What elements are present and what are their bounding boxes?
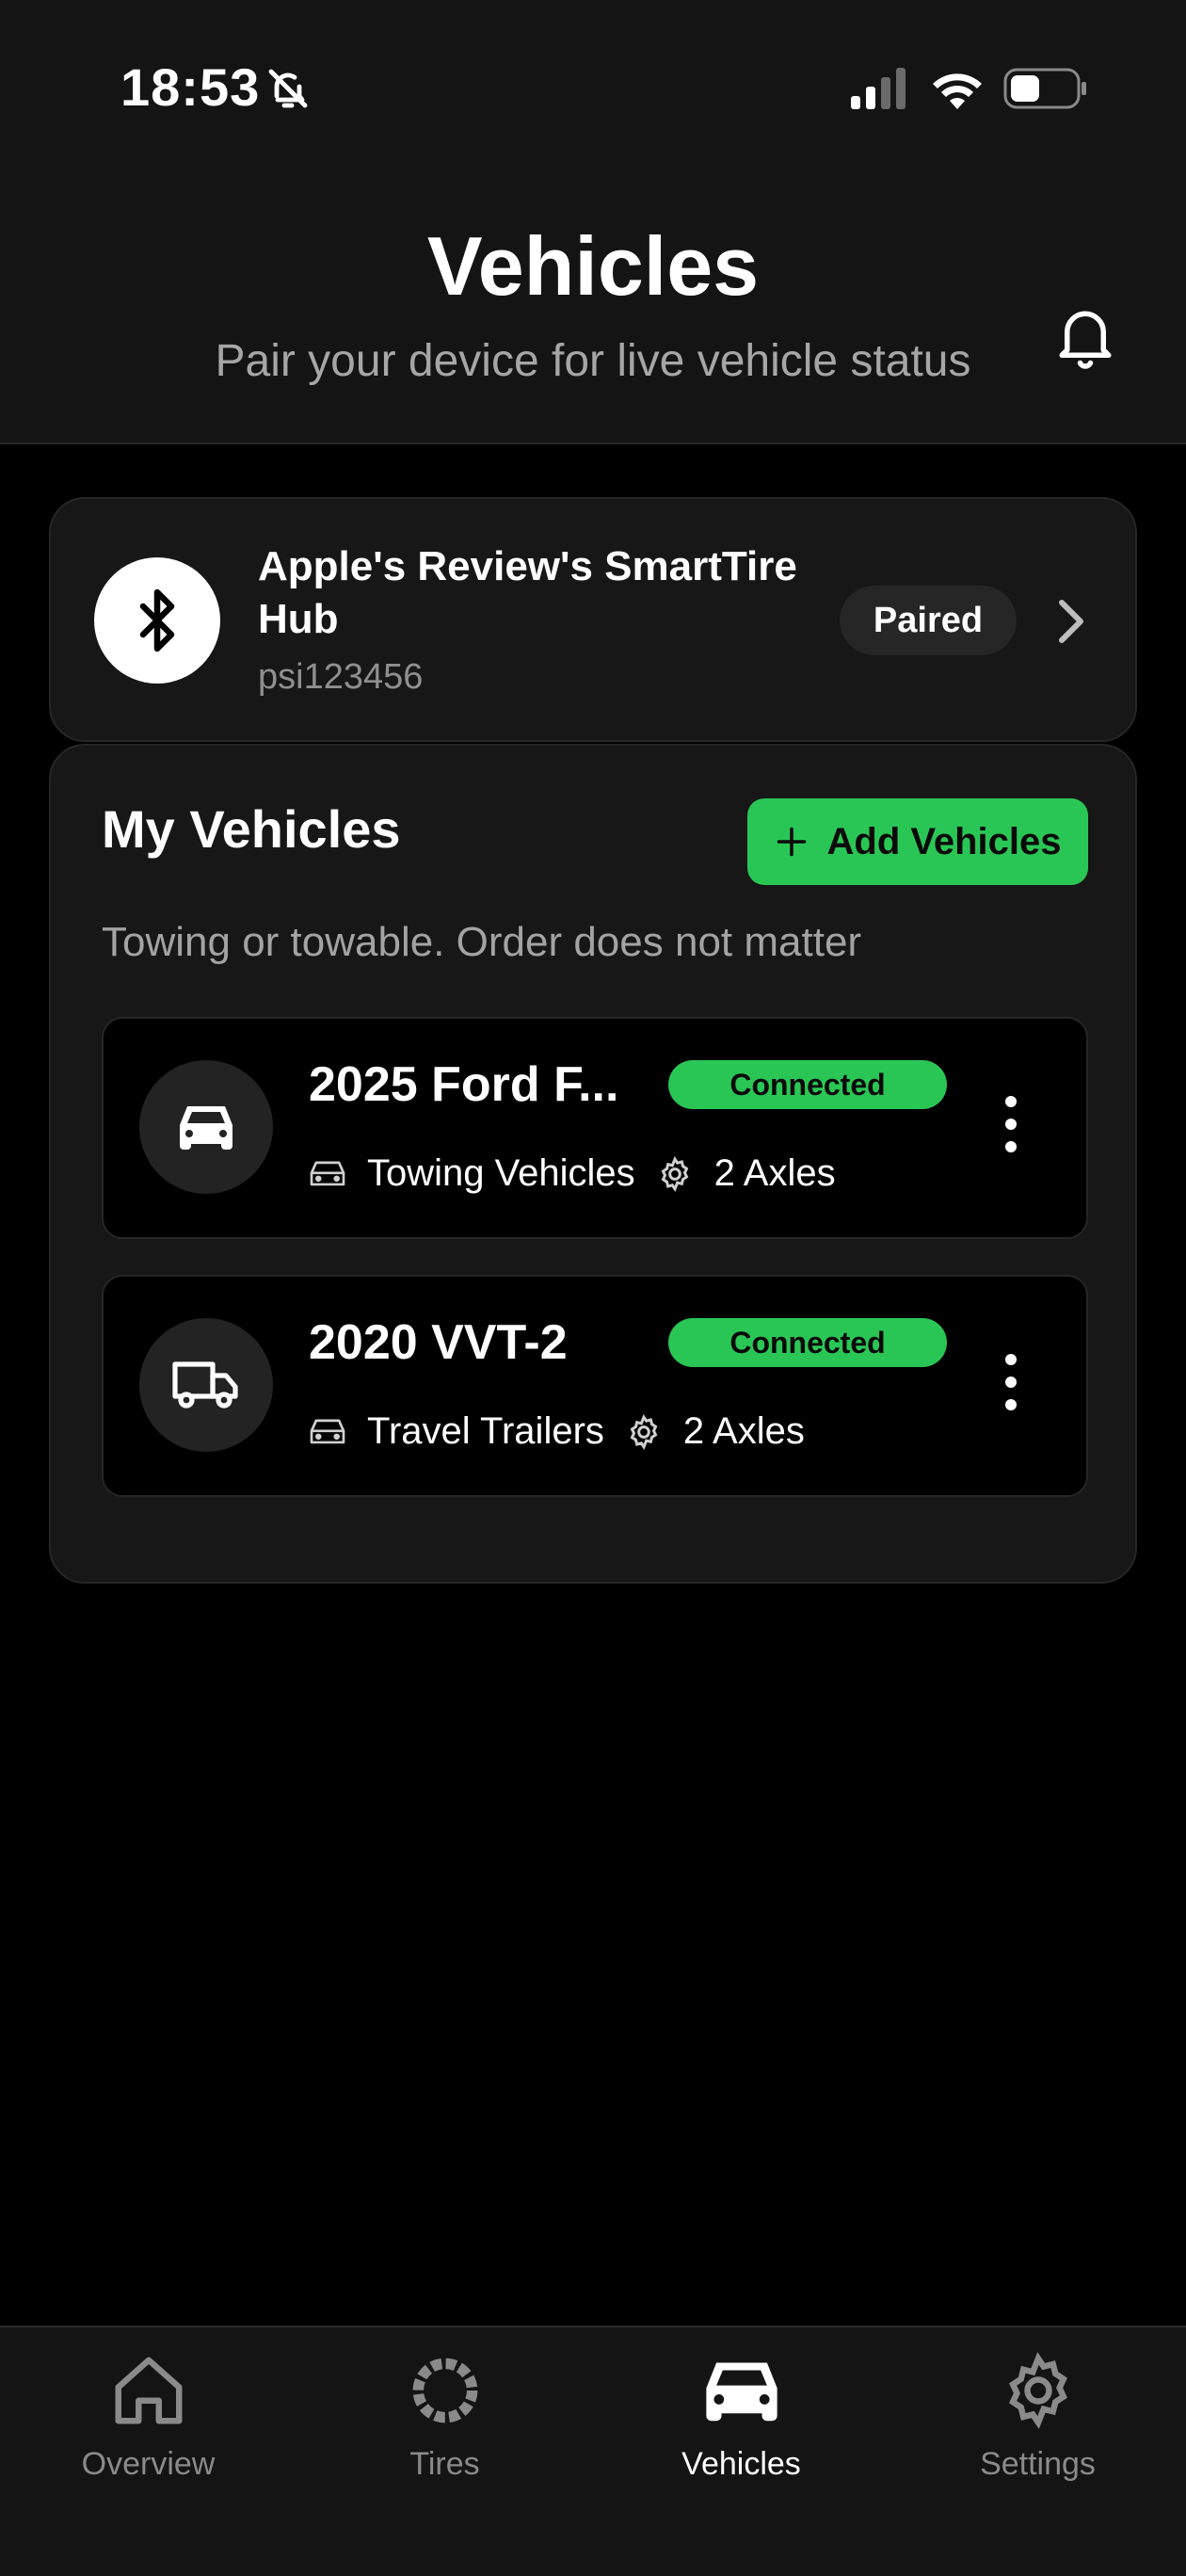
home-icon [115,2357,182,2424]
page-title: Vehicles [426,219,760,313]
car-icon [180,1106,232,1150]
vehicle-meta: Towing Vehicles 2 Axles [309,1152,836,1195]
hub-avatar [94,557,220,684]
signal-icon [851,68,906,109]
vehicle-type: Towing Vehicles [367,1152,635,1194]
vehicle-name: 2020 VVT-2 [309,1315,568,1370]
car-outline-icon [310,1419,345,1443]
add-vehicles-label: Add Vehicles [826,820,1062,862]
truck-icon [172,1361,238,1409]
vehicle-avatar [139,1318,273,1452]
tab-label: Settings [980,2446,1096,2482]
my-vehicles-subtitle: Towing or towable. Order does not matter [102,919,862,965]
vehicle-type: Travel Trailers [367,1410,604,1452]
car-outline-icon [310,1161,345,1185]
status-time: 18:53 [120,57,261,117]
paired-badge: Paired [840,586,1017,655]
page-subtitle: Pair your device for live vehicle status [215,336,971,386]
more-options-icon[interactable] [1003,1352,1018,1412]
plus-icon [777,827,806,857]
vehicle-card[interactable]: 2020 VVT-2 Connected Travel Trailers 2 A… [102,1275,1088,1497]
gear-icon [630,1413,658,1450]
bluetooth-icon [139,588,175,652]
tab-label: Overview [81,2446,216,2482]
tab-tires[interactable]: Tires [296,2350,593,2501]
car-icon [705,2362,777,2422]
chevron-right-icon[interactable] [1054,597,1088,646]
vehicle-avatar [139,1060,273,1194]
vehicle-axles: 2 Axles [713,1152,836,1194]
vehicle-axles: 2 Axles [682,1410,805,1452]
status-badge: Connected [668,1060,947,1109]
vehicle-name: 2025 Ford F... [309,1057,619,1112]
tab-label: Vehicles [681,2446,801,2482]
vehicle-meta: Travel Trailers 2 Axles [309,1410,805,1453]
battery-icon [1003,68,1086,109]
my-vehicles-title: My Vehicles [102,799,401,859]
vehicle-card[interactable]: 2025 Ford F... Connected Towing Vehicles… [102,1017,1088,1239]
my-vehicles-panel: My Vehicles Add Vehicles Towing or towab… [49,744,1137,1584]
gear-icon [1008,2352,1067,2429]
wifi-icon [933,73,982,109]
tab-vehicles[interactable]: Vehicles [593,2350,890,2501]
status-badge: Connected [668,1318,947,1367]
gear-icon [661,1155,689,1192]
hub-name: Apple's Review's SmartTire Hub [258,543,797,642]
add-vehicles-button[interactable]: Add Vehicles [747,798,1088,885]
tire-icon [412,2358,477,2423]
tab-settings[interactable]: Settings [890,2350,1186,2501]
hub-id: psi123456 [258,657,424,697]
tab-bar: Overview Tires Vehicles Settings [0,2326,1186,2576]
hub-card[interactable]: Apple's Review's SmartTire Hub psi123456… [49,497,1137,742]
tab-label: Tires [409,2446,480,2482]
tab-overview[interactable]: Overview [0,2350,296,2501]
bell-icon[interactable] [1054,303,1116,371]
more-options-icon[interactable] [1003,1094,1018,1154]
bell-off-icon [268,69,308,108]
header: 18:53 Vehicles Pair your device for live… [0,0,1186,444]
